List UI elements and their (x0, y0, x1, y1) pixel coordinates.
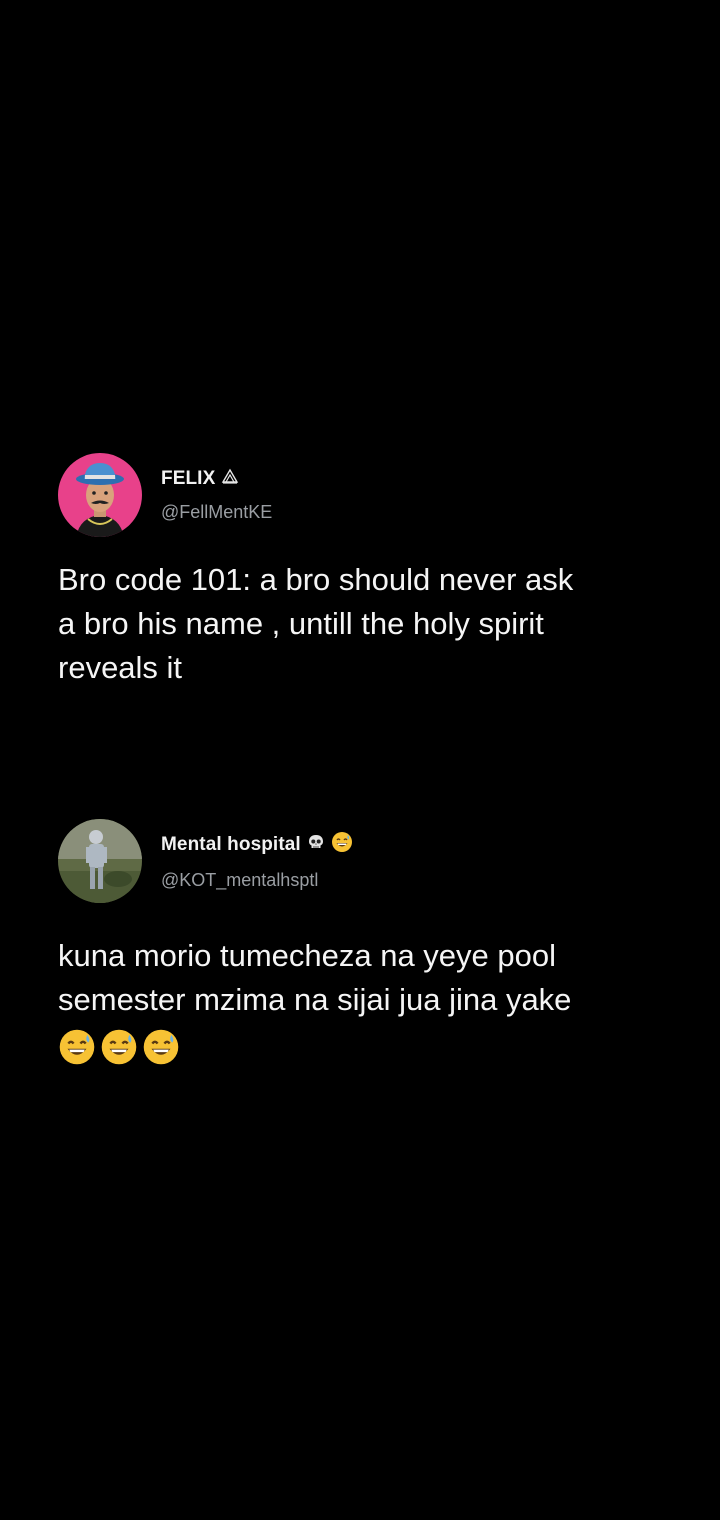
name-row: Mental hospital (161, 831, 353, 858)
grinning-sweat-face-icon (142, 1028, 180, 1071)
grinning-sweat-face-icon (100, 1028, 138, 1071)
tweet-mental-hospital: Mental hospital @KOT_mentalhsptl kuna mo… (58, 818, 678, 1071)
tweet-text: Bro code 101: a bro should never ask a b… (58, 562, 574, 685)
ovo-owl-icon (221, 467, 239, 490)
display-name[interactable]: Mental hospital (161, 834, 301, 856)
avatar[interactable] (58, 819, 142, 903)
user-info: Mental hospital @KOT_mentalhsptl (161, 831, 353, 891)
user-handle[interactable]: @FellMentKE (161, 502, 272, 523)
trailing-emoji-row (58, 1028, 678, 1071)
user-handle[interactable]: @KOT_mentalhsptl (161, 870, 353, 891)
avatar[interactable] (58, 453, 142, 537)
grinning-sweat-face-icon (58, 1028, 96, 1071)
display-name[interactable]: FELIX (161, 468, 215, 490)
grinning-sweat-face-icon (331, 831, 353, 858)
skull-icon (307, 833, 325, 856)
tweet-header: FELIX @FellMentKE (58, 452, 678, 538)
tweet-header: Mental hospital @KOT_mentalhsptl (58, 818, 678, 904)
tweet-text: kuna morio tumecheza na yeye pool semest… (58, 938, 572, 1017)
user-info: FELIX @FellMentKE (161, 467, 272, 523)
tweet-felix: FELIX @FellMentKE Bro code 101: a bro sh… (58, 452, 678, 690)
name-row: FELIX (161, 467, 272, 490)
